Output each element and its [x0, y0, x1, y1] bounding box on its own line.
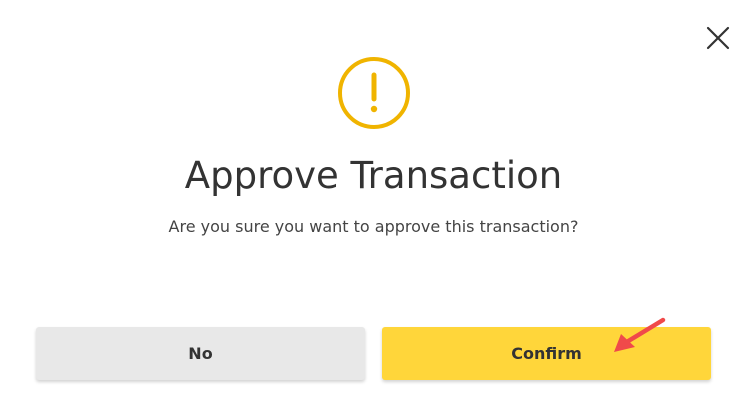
- exclamation-circle-icon: [338, 57, 410, 129]
- confirm-button[interactable]: Confirm: [382, 327, 711, 380]
- dialog-message: Are you sure you want to approve this tr…: [168, 217, 579, 236]
- approve-transaction-dialog: Approve Transaction Are you sure you wan…: [0, 0, 747, 412]
- no-button[interactable]: No: [36, 327, 365, 380]
- close-button[interactable]: [703, 23, 733, 53]
- close-icon: [706, 26, 730, 50]
- dialog-title: Approve Transaction: [184, 154, 563, 197]
